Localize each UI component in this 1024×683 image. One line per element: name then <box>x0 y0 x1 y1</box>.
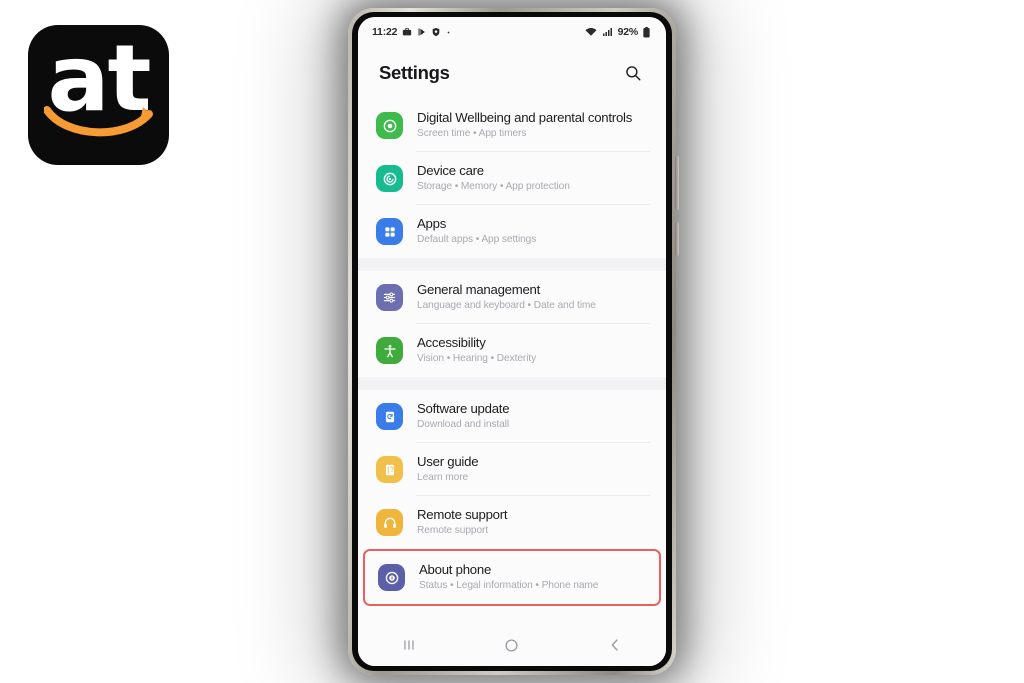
back-icon <box>611 639 618 651</box>
status-bar-left: 11:22 <box>372 26 451 38</box>
settings-row-subtitle: Screen time • App timers <box>417 128 527 140</box>
status-bar: 11:22 92% <box>358 17 666 47</box>
settings-row-title: About phone <box>419 561 492 577</box>
settings-row-subtitle: Storage • Memory • App protection <box>417 181 570 193</box>
briefcase-icon <box>403 28 412 36</box>
search-button[interactable] <box>620 60 646 86</box>
settings-row-general-management[interactable]: General management Language and keyboard… <box>358 271 666 324</box>
apps-icon <box>376 218 403 245</box>
user-guide-icon <box>376 456 403 483</box>
remote-support-icon <box>376 509 403 536</box>
settings-row-subtitle: Status • Legal information • Phone name <box>419 580 599 592</box>
settings-row-subtitle: Vision • Hearing • Dexterity <box>417 353 537 365</box>
settings-row-subtitle: Language and keyboard • Date and time <box>417 300 596 312</box>
recents-button[interactable] <box>386 630 432 660</box>
device-care-icon <box>376 165 403 192</box>
search-icon <box>626 66 641 81</box>
general-management-icon <box>376 284 403 311</box>
phone-device: www.Gal 11:22 <box>348 8 679 675</box>
group-divider <box>358 377 666 390</box>
settings-row-title: General management <box>417 281 541 297</box>
settings-row-remote-support[interactable]: Remote support Remote support <box>358 496 666 549</box>
recents-icon <box>404 640 414 650</box>
signal-icon <box>602 28 612 36</box>
settings-row-title: Software update <box>417 400 510 416</box>
settings-row-title: Apps <box>417 215 447 231</box>
battery-percent: 92% <box>617 26 639 38</box>
volume-up-button[interactable] <box>675 156 679 210</box>
shield-icon <box>432 27 440 37</box>
page-title: Settings <box>379 62 450 83</box>
settings-row-digital-wellbeing[interactable]: Digital Wellbeing and parental controls … <box>358 99 666 152</box>
row-text: General management Language and keyboard… <box>417 282 650 314</box>
row-text: Accessibility Vision • Hearing • Dexteri… <box>417 335 650 367</box>
row-text: Apps Default apps • App settings <box>417 216 650 248</box>
accessibility-icon <box>376 337 403 364</box>
status-clock: 11:22 <box>372 26 398 38</box>
back-button[interactable] <box>592 630 638 660</box>
dot-icon <box>447 31 450 34</box>
settings-row-subtitle: Remote support <box>417 525 489 537</box>
software-update-icon <box>376 403 403 430</box>
home-icon <box>505 638 519 652</box>
brand-logo: at <box>28 25 169 165</box>
settings-row-about-phone[interactable]: About phone Status • Legal information •… <box>365 551 659 604</box>
settings-row-title: User guide <box>417 453 479 469</box>
settings-row-title: Remote support <box>417 506 508 522</box>
wifi-icon <box>585 27 597 36</box>
phone-screen: www.Gal 11:22 <box>358 17 666 666</box>
settings-row-title: Digital Wellbeing and parental controls <box>417 109 633 125</box>
settings-row-device-care[interactable]: Device care Storage • Memory • App prote… <box>358 152 666 205</box>
settings-row-title: Device care <box>417 162 484 178</box>
status-bar-right: 92% <box>585 26 650 38</box>
settings-row-apps[interactable]: Apps Default apps • App settings <box>358 205 666 258</box>
group-divider <box>358 258 666 271</box>
row-text: Digital Wellbeing and parental controls … <box>417 110 650 142</box>
about-phone-icon <box>378 564 405 591</box>
settings-row-subtitle: Download and install <box>417 419 510 431</box>
settings-row-title: Accessibility <box>417 334 486 350</box>
settings-row-subtitle: Learn more <box>417 472 469 484</box>
play-icon <box>418 28 426 36</box>
home-button[interactable] <box>489 630 535 660</box>
settings-row-user-guide[interactable]: User guide Learn more <box>358 443 666 496</box>
phone-bezel: www.Gal 11:22 <box>352 12 672 671</box>
amazon-smile-icon <box>44 106 153 137</box>
row-text: Device care Storage • Memory • App prote… <box>417 163 650 195</box>
settings-header: Settings <box>358 47 666 99</box>
row-text: Remote support Remote support <box>417 507 650 539</box>
settings-row-accessibility[interactable]: Accessibility Vision • Hearing • Dexteri… <box>358 324 666 377</box>
digital-wellbeing-icon <box>376 112 403 139</box>
volume-down-button[interactable] <box>675 222 679 256</box>
row-text: User guide Learn more <box>417 454 650 486</box>
settings-row-subtitle: Default apps • App settings <box>417 234 537 246</box>
settings-list[interactable]: Digital Wellbeing and parental controls … <box>358 99 666 624</box>
settings-row-software-update[interactable]: Software update Download and install <box>358 390 666 443</box>
battery-icon <box>643 26 650 37</box>
about-phone-highlight-box: About phone Status • Legal information •… <box>363 549 661 606</box>
navigation-bar <box>358 624 666 666</box>
row-text: About phone Status • Legal information •… <box>419 562 643 594</box>
row-text: Software update Download and install <box>417 401 650 433</box>
